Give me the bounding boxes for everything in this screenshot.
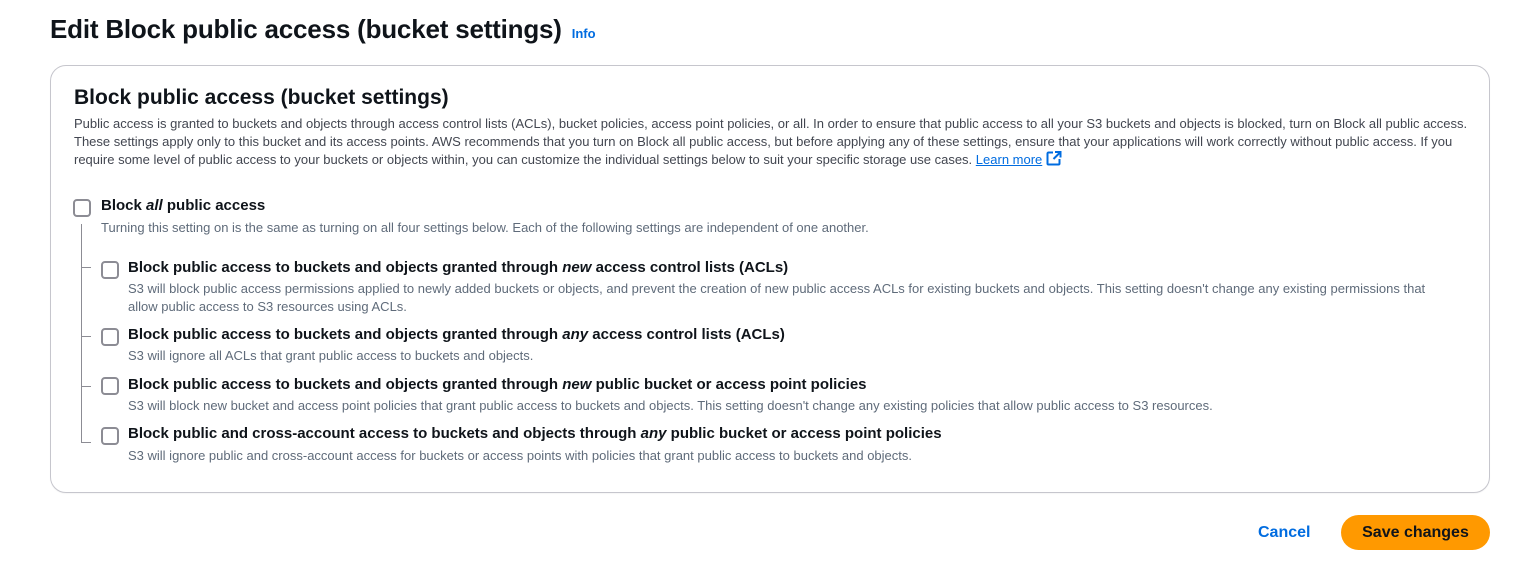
option-label-before: Block public and cross-account access to…	[128, 425, 641, 442]
option-label-before: Block public access to buckets and objec…	[128, 376, 563, 393]
page-header: Edit Block public access (bucket setting…	[50, 14, 596, 45]
block-new-acls-checkbox[interactable]	[101, 261, 119, 279]
block-new-policies-label[interactable]: Block public access to buckets and objec…	[128, 376, 867, 393]
tree-branch	[81, 442, 91, 443]
external-link-icon	[1046, 151, 1062, 171]
option-label-after: access control lists (ACLs)	[591, 259, 789, 276]
info-link[interactable]: Info	[572, 26, 596, 41]
tree-branch	[81, 386, 91, 387]
learn-more-label: Learn more	[975, 152, 1043, 167]
option-label-before: Block public access to buckets and objec…	[128, 326, 563, 343]
block-cross-account-label[interactable]: Block public and cross-account access to…	[128, 425, 942, 442]
block-all-description: Turning this setting on is the same as t…	[101, 220, 869, 235]
panel-description-text: Public access is granted to buckets and …	[74, 116, 1468, 167]
block-any-acls-checkbox[interactable]	[101, 328, 119, 346]
block-new-acls-label[interactable]: Block public access to buckets and objec…	[128, 259, 788, 276]
block-cross-account-checkbox[interactable]	[101, 427, 119, 445]
cancel-button[interactable]: Cancel	[1246, 516, 1322, 550]
block-cross-account-description: S3 will ignore public and cross-account …	[128, 448, 913, 463]
panel-title: Block public access (bucket settings)	[74, 86, 449, 109]
option-label-em: new	[562, 259, 592, 276]
save-changes-button[interactable]: Save changes	[1341, 515, 1490, 550]
tree-branch	[81, 267, 91, 268]
block-all-label-em: all	[146, 197, 163, 214]
option-label-after: public bucket or access point policies	[591, 376, 867, 393]
panel-description: Public access is granted to buckets and …	[74, 115, 1469, 171]
block-all-label-after: public access	[162, 197, 266, 214]
option-label-after: public bucket or access point policies	[666, 425, 942, 442]
option-label-before: Block public access to buckets and objec…	[128, 259, 563, 276]
page-title: Edit Block public access (bucket setting…	[50, 14, 562, 44]
tree-branch	[81, 336, 91, 337]
block-any-acls-label[interactable]: Block public access to buckets and objec…	[128, 326, 785, 343]
option-label-em: any	[640, 425, 667, 442]
option-label-after: access control lists (ACLs)	[588, 326, 785, 343]
option-label-em: any	[562, 326, 589, 343]
block-new-policies-description: S3 will block new bucket and access poin…	[128, 398, 1213, 413]
block-all-checkbox[interactable]	[73, 199, 91, 217]
learn-more-link[interactable]: Learn more	[975, 151, 1062, 167]
page: Edit Block public access (bucket setting…	[0, 0, 1532, 582]
option-label-em: new	[562, 376, 592, 393]
tree-line	[81, 224, 82, 443]
block-new-acls-description: S3 will block public access permissions …	[128, 281, 1426, 314]
block-all-label[interactable]: Block all public access	[101, 197, 265, 214]
block-public-access-panel: Block public access (bucket settings) Pu…	[50, 65, 1490, 493]
block-all-label-before: Block	[101, 197, 147, 214]
block-new-policies-checkbox[interactable]	[101, 377, 119, 395]
block-any-acls-description: S3 will ignore all ACLs that grant publi…	[128, 348, 534, 363]
